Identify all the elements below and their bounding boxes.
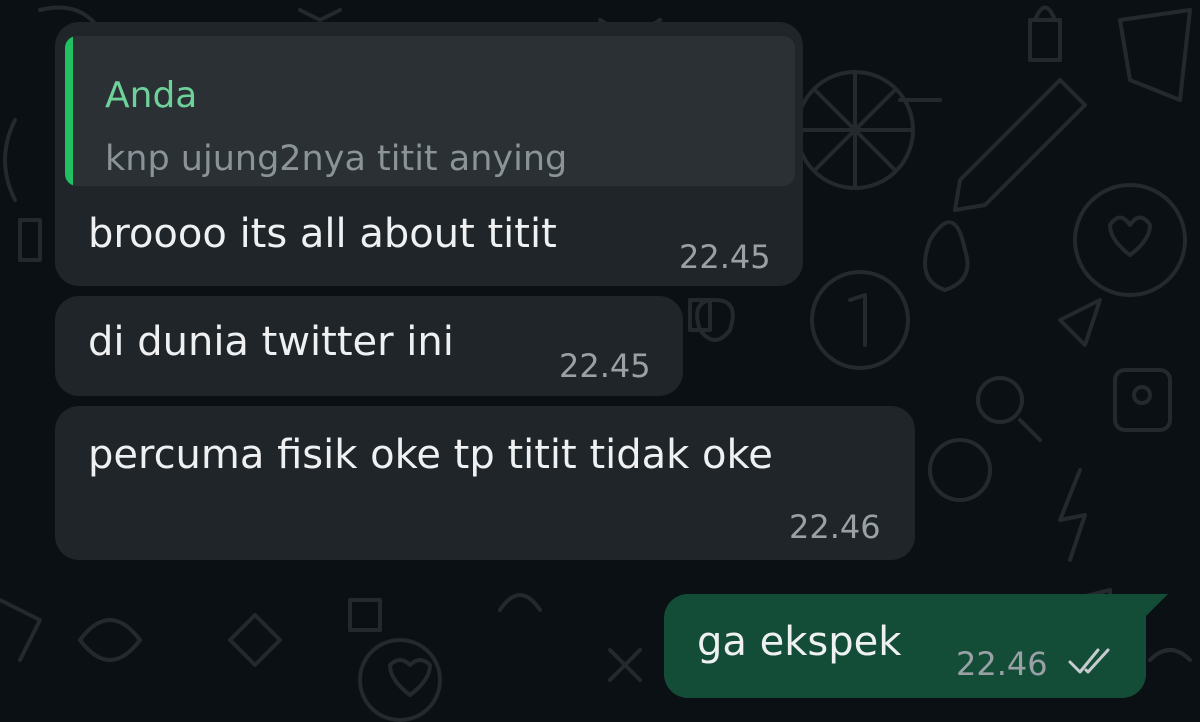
quote-accent-bar [65, 36, 73, 186]
message-bubble-outgoing[interactable]: ga ekspek 22.46 [664, 594, 1146, 698]
message-bubble-incoming[interactable]: percuma fisik oke tp titit tidak oke 22.… [55, 406, 915, 560]
double-check-icon [1068, 646, 1120, 676]
message-text: broooo its all about titit [88, 211, 557, 257]
message-timestamp: 22.45 [679, 238, 771, 276]
quoted-message-text: knp ujung2nya titit anying [105, 139, 568, 179]
message-timestamp: 22.46 [956, 645, 1048, 683]
quoted-message-author: Anda [105, 75, 198, 116]
message-bubble-incoming[interactable]: di dunia twitter ini 22.45 [55, 296, 683, 396]
message-text: ga ekspek [697, 619, 902, 665]
message-bubble-incoming[interactable]: Anda knp ujung2nya titit anying broooo i… [55, 22, 803, 286]
quoted-message[interactable]: Anda knp ujung2nya titit anying [65, 36, 795, 186]
outgoing-bubble-tail [1146, 594, 1168, 616]
message-timestamp: 22.46 [789, 508, 881, 546]
message-text: percuma fisik oke tp titit tidak oke [88, 432, 773, 478]
message-text: di dunia twitter ini [88, 319, 454, 365]
message-timestamp: 22.45 [559, 347, 651, 385]
